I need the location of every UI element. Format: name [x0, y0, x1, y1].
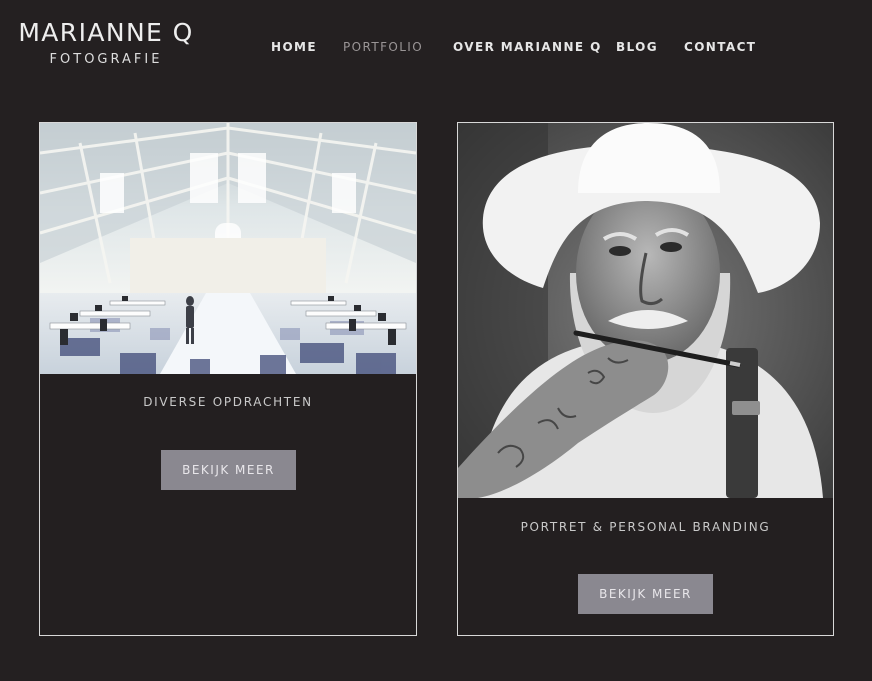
nav-item-contact[interactable]: CONTACT [684, 40, 756, 54]
bekijk-meer-button[interactable]: BEKIJK MEER [161, 450, 296, 490]
page: MARIANNE Q FOTOGRAFIE HOME PORTFOLIO OVE… [0, 0, 872, 681]
portrait-illustration [458, 123, 833, 498]
card-title: PORTRET & PERSONAL BRANDING [520, 520, 771, 534]
nav-item-home[interactable]: HOME [271, 40, 317, 54]
office-interior-photo[interactable] [40, 123, 416, 374]
nav-item-blog[interactable]: BLOG [616, 40, 658, 54]
nav-item-over-marianne-q[interactable]: OVER MARIANNE Q [453, 40, 602, 54]
logo-name: MARIANNE Q [18, 18, 194, 47]
bekijk-meer-button[interactable]: BEKIJK MEER [578, 574, 713, 614]
card-title: DIVERSE OPDRACHTEN [143, 395, 313, 409]
portrait-photo[interactable] [458, 123, 833, 498]
nav-item-portfolio[interactable]: PORTFOLIO [343, 40, 423, 54]
office-interior-illustration [40, 123, 416, 374]
site-logo[interactable]: MARIANNE Q FOTOGRAFIE [12, 16, 200, 67]
logo-subtitle: FOTOGRAFIE [49, 52, 163, 67]
portfolio-card-diverse-opdrachten[interactable]: DIVERSE OPDRACHTEN BEKIJK MEER [39, 122, 417, 636]
portfolio-card-portret-personal-branding[interactable]: PORTRET & PERSONAL BRANDING BEKIJK MEER [457, 122, 834, 636]
